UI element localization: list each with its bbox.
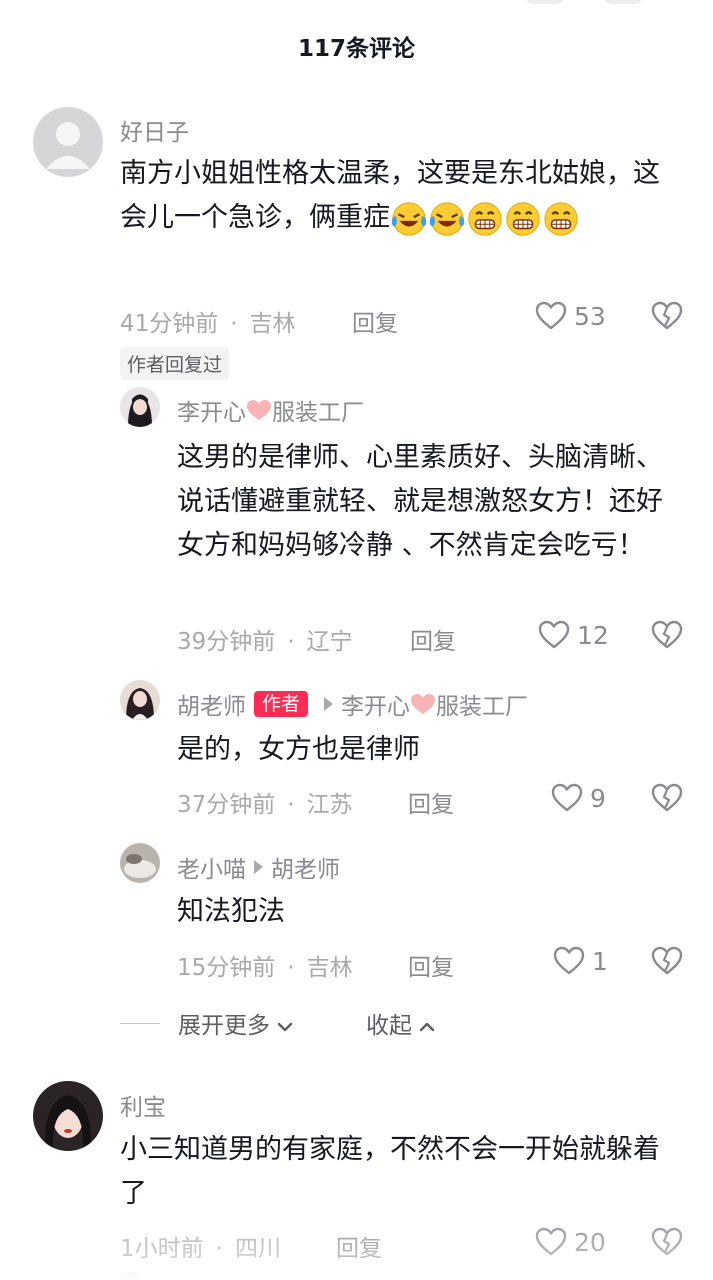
- like-button[interactable]: 53: [534, 299, 606, 333]
- reply-to-user[interactable]: 胡老师: [271, 850, 340, 884]
- reply-username-suffix: 服装工厂: [272, 400, 364, 426]
- reply-button[interactable]: 回复: [408, 948, 454, 982]
- expand-more-button[interactable]: 展开更多: [178, 1006, 296, 1040]
- avatar[interactable]: [120, 843, 160, 883]
- comment-text: 南方小姐姐性格太温柔，这要是东北姑娘，这会儿一个急诊，俩重症: [120, 152, 680, 240]
- top-partial-icon: [525, 0, 565, 4]
- comment-count-title: 117条评论: [297, 36, 415, 62]
- avatar[interactable]: [120, 387, 160, 427]
- reply-to-user[interactable]: 李开心: [341, 687, 410, 721]
- avatar[interactable]: [120, 680, 160, 720]
- author-tag: 作者: [254, 691, 309, 717]
- reply-arrow-icon: [254, 860, 263, 874]
- reply-button[interactable]: 回复: [410, 622, 456, 656]
- broken-heart-icon: [651, 1227, 683, 1256]
- reply-time: 39分钟前: [177, 629, 276, 655]
- grin-emoji: [544, 201, 578, 236]
- broken-heart-icon: [651, 783, 683, 812]
- like-count: 12: [577, 620, 609, 650]
- reply-location: 江苏: [306, 792, 353, 818]
- like-button[interactable]: 9: [550, 781, 606, 815]
- comment-meta: 1小时前 · 四川: [120, 1236, 281, 1262]
- reply-username-text: 老小喵: [177, 857, 246, 883]
- avatar[interactable]: [33, 1081, 103, 1151]
- comment-location: 四川: [234, 1236, 281, 1262]
- pink-heart-icon: [247, 400, 271, 420]
- expand-more-label: 展开更多: [178, 1013, 270, 1039]
- comment-text: 小三知道男的有家庭，不然不会一开始就躲着了: [120, 1134, 660, 1209]
- like-button[interactable]: 1: [552, 944, 608, 978]
- reply-location: 辽宁: [306, 629, 353, 655]
- pink-heart-icon: [411, 694, 436, 714]
- reply-time: 15分钟前: [177, 955, 276, 981]
- author-replied-badge-partial: [120, 1272, 141, 1280]
- emoji-group: [390, 201, 580, 236]
- author-replied-badge: 作者回复过: [120, 347, 230, 380]
- chevron-up-icon: [419, 1022, 435, 1031]
- laugh-cry-emoji: [391, 201, 427, 236]
- comment-username[interactable]: 利宝: [120, 1088, 166, 1122]
- broken-heart-icon: [651, 620, 683, 649]
- comment-meta: 41分钟前 · 吉林: [120, 311, 296, 337]
- collapse-label: 收起: [366, 1013, 412, 1039]
- top-partial-controls: [525, 0, 643, 4]
- like-count: 53: [574, 301, 606, 331]
- collapse-button[interactable]: 收起: [366, 1006, 438, 1040]
- chevron-down-icon: [277, 1022, 293, 1031]
- dislike-button[interactable]: [650, 618, 684, 652]
- reply-meta: 37分钟前 · 江苏: [177, 792, 353, 818]
- heart-outline-icon: [538, 620, 570, 649]
- comment-time: 1小时前: [120, 1236, 204, 1262]
- reply-to-user-suffix: 服装工厂: [436, 694, 529, 720]
- reply-meta: 39分钟前 · 辽宁: [177, 629, 353, 655]
- top-partial-icon: [603, 0, 643, 4]
- broken-heart-icon: [651, 946, 683, 975]
- reply-text: 是的，女方也是律师: [177, 734, 420, 765]
- dislike-button[interactable]: [650, 781, 684, 815]
- dislike-button[interactable]: [650, 299, 684, 333]
- like-button[interactable]: 20: [534, 1225, 606, 1259]
- reply-username[interactable]: 老小喵 胡老师: [177, 850, 340, 884]
- heart-outline-icon: [553, 946, 585, 975]
- heart-outline-icon: [535, 301, 567, 330]
- avatar[interactable]: [33, 107, 103, 177]
- reply-username[interactable]: 胡老师 作者 李开心 服装工厂: [177, 687, 528, 721]
- reply-button[interactable]: 回复: [408, 785, 454, 819]
- heart-outline-icon: [551, 783, 583, 812]
- like-button[interactable]: 12: [537, 618, 609, 652]
- reply-meta: 15分钟前 · 吉林: [177, 955, 353, 981]
- like-count: 20: [574, 1227, 606, 1257]
- comment-time: 41分钟前: [120, 311, 219, 337]
- reply-location: 吉林: [306, 955, 353, 981]
- comment-location: 吉林: [249, 311, 296, 337]
- heart-outline-icon: [535, 1227, 567, 1256]
- grin-emoji: [506, 201, 540, 236]
- broken-heart-icon: [651, 301, 683, 330]
- grin-emoji: [468, 201, 502, 236]
- reply-text: 知法犯法: [177, 896, 285, 927]
- reply-text: 这男的是律师、心里素质好、头脑清晰、说话懂避重就轻、就是想激怒女方！还好女方和妈…: [177, 442, 663, 561]
- like-count: 9: [590, 783, 606, 813]
- like-count: 1: [592, 946, 608, 976]
- reply-username-text: 李开心: [177, 400, 246, 426]
- reply-username[interactable]: 李开心 服装工厂: [177, 393, 364, 427]
- reply-button[interactable]: 回复: [352, 304, 398, 338]
- reply-button[interactable]: 回复: [336, 1229, 382, 1263]
- reply-time: 37分钟前: [177, 792, 276, 818]
- comment-username[interactable]: 好日子: [120, 113, 189, 147]
- dislike-button[interactable]: [650, 944, 684, 978]
- laugh-cry-emoji: [429, 201, 465, 236]
- thread-controls: 展开更多 收起: [120, 1006, 438, 1040]
- reply-arrow-icon: [324, 697, 334, 711]
- thread-divider: [120, 1022, 160, 1024]
- dislike-button[interactable]: [650, 1225, 684, 1259]
- reply-username-text: 胡老师: [177, 694, 246, 720]
